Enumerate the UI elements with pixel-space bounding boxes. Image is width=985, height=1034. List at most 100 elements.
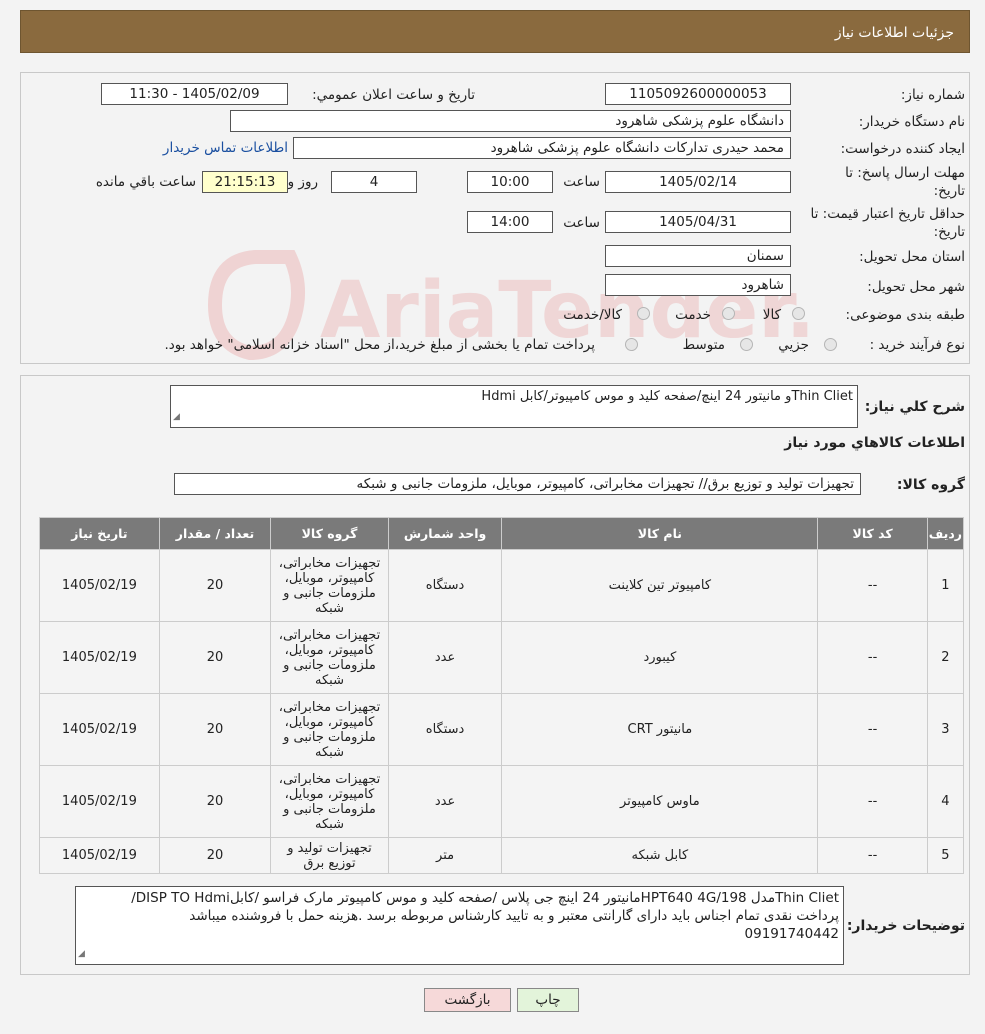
cell-group: تجهیزات مخابراتی، کامپیوتر، موبایل، ملزو… (270, 621, 389, 694)
summary-text: Thin Clietو مانیتور 24 اینچ/صفحه کلید و … (481, 389, 853, 404)
city-field: شاهرود (605, 274, 791, 296)
summary-textarea: Thin Clietو مانیتور 24 اینچ/صفحه کلید و … (170, 385, 858, 428)
process-minor-label: جزيي (778, 337, 809, 353)
goods-info-title: اطلاعات کالاهاي مورد نياز (784, 435, 965, 451)
buyer-org-field: دانشگاه علوم پزشکی شاهرود (230, 110, 791, 132)
cell-qty: 20 (158, 837, 272, 874)
cell-date: 1405/02/19 (39, 837, 160, 874)
cell-date: 1405/02/19 (39, 693, 160, 766)
announce-field: 1405/02/09 - 11:30 (101, 83, 288, 105)
announce-label: تاريخ و ساعت اعلان عمومي: (312, 87, 475, 103)
page-title: جزئیات اطلاعات نیاز (834, 25, 954, 41)
buyer-notes-label: توضيحات خريدار: (846, 918, 965, 934)
process-note: پرداخت تمام يا بخشی از مبلغ خريد،از محل … (164, 337, 595, 353)
category-radio-goods-service[interactable] (637, 307, 650, 320)
cell-qty: 20 (158, 693, 272, 766)
validity-label-2: تاريخ: (933, 224, 965, 240)
category-goods-label: کالا (762, 307, 781, 323)
cell-code: -- (817, 765, 928, 838)
category-service-label: خدمت (675, 307, 711, 323)
validity-date-field: 1405/04/31 (605, 211, 791, 233)
need-number-field: 1105092600000053 (605, 83, 791, 105)
cell-unit: عدد (387, 765, 503, 838)
table-row: 4 -- ماوس کامپیوتر عدد تجهیزات مخابراتی،… (39, 765, 965, 838)
buyer-org-label: نام دستگاه خريدار: (858, 114, 965, 130)
cell-unit: دستگاه (387, 549, 503, 622)
province-label: استان محل تحويل: (859, 249, 965, 265)
cell-code: -- (817, 621, 928, 694)
cell-name: ماوس کامپیوتر (501, 765, 819, 838)
process-label: نوع فرآيند خريد : (869, 337, 965, 353)
cell-row: 4 (926, 765, 965, 838)
summary-label: شرح کلي نياز: (864, 399, 965, 415)
resize-grip-icon[interactable]: ◢ (173, 409, 180, 426)
cell-name: مانیتور CRT (501, 693, 819, 766)
requester-field: محمد حیدری تدارکات دانشگاه علوم پزشکی شا… (293, 137, 791, 159)
cell-name: کیبورد (501, 621, 819, 694)
back-button[interactable]: بازگشت (424, 988, 511, 1012)
buyer-contact-link[interactable]: اطلاعات تماس خريدار (163, 140, 288, 156)
resize-grip-icon[interactable]: ◢ (78, 945, 85, 963)
cell-group: تجهیزات مخابراتی، کامپیوتر، موبایل، ملزو… (270, 549, 389, 622)
col-code-header: کد کالا (817, 517, 928, 550)
cell-qty: 20 (158, 621, 272, 694)
process-radio-minor[interactable] (824, 338, 837, 351)
cell-unit: عدد (387, 621, 503, 694)
buyer-notes-line-1: Thin Clietمدل HPT640 4G/198مانیتور 24 ای… (131, 890, 839, 906)
category-goods-service-label: کالا/خدمت (563, 307, 622, 323)
cell-name: کابل شبکه (501, 837, 819, 874)
process-radio-medium[interactable] (740, 338, 753, 351)
col-date-header: تاريخ نياز (39, 517, 160, 550)
cell-name: کامپیوتر تین کلاینت (501, 549, 819, 622)
col-row-header: رديف (926, 517, 965, 550)
deadline-label: مهلت ارسال پاسخ: تا (845, 165, 965, 181)
cell-unit: دستگاه (387, 693, 503, 766)
category-label: طبقه بندی موضوعی: (845, 307, 965, 323)
cell-qty: 20 (158, 549, 272, 622)
col-name-header: نام کالا (501, 517, 819, 550)
process-medium-label: متوسط (682, 337, 725, 353)
city-label: شهر محل تحويل: (867, 279, 965, 295)
cell-row: 2 (926, 621, 965, 694)
buyer-notes-line-3: 09191740442 (744, 926, 839, 942)
cell-group: تجهیزات مخابراتی، کامپیوتر، موبایل، ملزو… (270, 765, 389, 838)
col-group-header: گروه کالا (270, 517, 389, 550)
table-row: 5 -- کابل شبکه متر تجهیزات تولید و توزیع… (39, 837, 965, 874)
print-button[interactable]: چاپ (517, 988, 579, 1012)
province-field: سمنان (605, 245, 791, 267)
cell-date: 1405/02/19 (39, 549, 160, 622)
cell-code: -- (817, 549, 928, 622)
cell-unit: متر (387, 837, 503, 874)
table-row: 3 -- مانیتور CRT دستگاه تجهیزات مخابراتی… (39, 693, 965, 766)
deadline-label-2: تاريخ: (933, 183, 965, 199)
validity-hour-label: ساعت (563, 215, 600, 231)
remaining-time-field: 21:15:13 (202, 171, 288, 193)
category-radio-goods[interactable] (792, 307, 805, 320)
validity-time-field: 14:00 (467, 211, 553, 233)
page-header: جزئیات اطلاعات نیاز (20, 10, 970, 53)
cell-row: 5 (926, 837, 965, 874)
goods-table: رديف کد کالا نام کالا واحد شمارش گروه کا… (39, 517, 965, 874)
cell-date: 1405/02/19 (39, 621, 160, 694)
buyer-notes-textarea: Thin Clietمدل HPT640 4G/198مانیتور 24 ای… (75, 886, 844, 965)
table-row: 2 -- کیبورد عدد تجهیزات مخابراتی، کامپیو… (39, 621, 965, 694)
deadline-hour-label: ساعت (563, 174, 600, 190)
validity-label: حداقل تاريخ اعتبار قيمت: تا (810, 206, 965, 222)
col-unit-header: واحد شمارش (387, 517, 503, 550)
cell-group: تجهیزات تولید و توزیع برق (270, 837, 389, 874)
cell-row: 1 (926, 549, 965, 622)
cell-code: -- (817, 693, 928, 766)
treasury-checkbox[interactable] (625, 338, 638, 351)
days-label: روز و (287, 174, 318, 190)
category-radio-service[interactable] (722, 307, 735, 320)
deadline-date-field: 1405/02/14 (605, 171, 791, 193)
requester-label: ايجاد کننده درخواست: (840, 141, 965, 157)
goods-group-field: تجهیزات تولید و توزیع برق// تجهیزات مخاب… (174, 473, 861, 495)
cell-group: تجهیزات مخابراتی، کامپیوتر، موبایل، ملزو… (270, 693, 389, 766)
table-header-row: رديف کد کالا نام کالا واحد شمارش گروه کا… (39, 517, 965, 550)
buyer-notes-line-2: پرداخت نقدی تمام اجناس باید دارای گارانت… (189, 908, 839, 924)
cell-row: 3 (926, 693, 965, 766)
cell-qty: 20 (158, 765, 272, 838)
cell-code: -- (817, 837, 928, 874)
days-field: 4 (331, 171, 417, 193)
